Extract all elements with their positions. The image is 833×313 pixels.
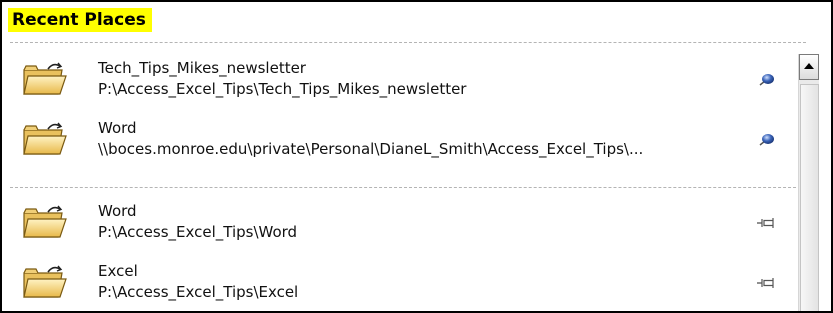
folder-icon — [22, 120, 68, 158]
recent-place-item[interactable]: Word P:\Access_Excel_Tips\Word — [18, 195, 788, 251]
folder-icon — [22, 60, 68, 98]
triangle-up-icon — [804, 63, 814, 69]
vertical-scrollbar[interactable] — [798, 54, 819, 311]
place-title: Word — [98, 202, 137, 220]
recent-place-item[interactable]: Word \\boces.monroe.edu\private\Personal… — [18, 112, 788, 168]
scroll-thumb[interactable] — [800, 84, 819, 311]
divider — [10, 42, 806, 43]
folder-icon — [22, 203, 68, 241]
pinned-icon[interactable] — [756, 132, 776, 148]
recent-place-item[interactable]: Excel P:\Access_Excel_Tips\Excel — [18, 255, 788, 311]
recent-places-header: Recent Places — [8, 8, 152, 36]
unpinned-pushpin-icon[interactable] — [756, 215, 776, 231]
folder-icon — [22, 263, 68, 301]
pinned-icon[interactable] — [756, 72, 776, 88]
place-title: Tech_Tips_Mikes_newsletter — [98, 59, 306, 77]
scroll-up-button[interactable] — [799, 54, 819, 80]
section-title: Recent Places — [8, 8, 152, 32]
place-path: \\boces.monroe.edu\private\Personal\Dian… — [98, 140, 644, 158]
recent-place-item[interactable]: Tech_Tips_Mikes_newsletter P:\Access_Exc… — [18, 52, 788, 108]
place-path: P:\Access_Excel_Tips\Excel — [98, 283, 299, 301]
place-path: P:\Access_Excel_Tips\Word — [98, 223, 298, 241]
divider — [10, 187, 806, 188]
place-path: P:\Access_Excel_Tips\Tech_Tips_Mikes_new… — [98, 80, 467, 98]
recent-places-panel: Recent Places Tech_Tips_Mikes_newsletter… — [0, 0, 833, 313]
unpinned-pushpin-icon[interactable] — [756, 275, 776, 291]
place-title: Excel — [98, 262, 138, 280]
place-title: Word — [98, 119, 137, 137]
